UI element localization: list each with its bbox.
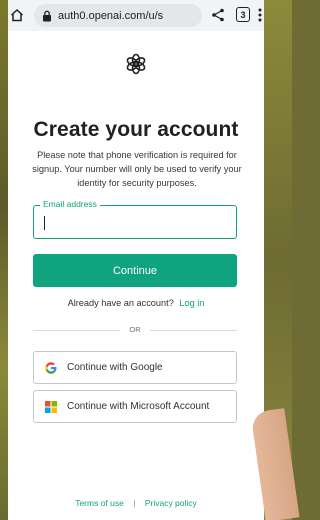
home-icon[interactable] bbox=[10, 8, 24, 22]
login-prompt: Already have an account? Log in bbox=[8, 298, 264, 308]
login-link[interactable]: Log in bbox=[179, 298, 204, 308]
privacy-policy-link[interactable]: Privacy policy bbox=[145, 498, 197, 508]
tab-count: 3 bbox=[240, 9, 246, 20]
google-button-label: Continue with Google bbox=[67, 362, 163, 373]
tabs-icon[interactable]: 3 bbox=[236, 7, 250, 22]
microsoft-icon bbox=[45, 400, 57, 413]
continue-button[interactable]: Continue bbox=[33, 254, 237, 287]
openai-logo-icon bbox=[126, 53, 146, 75]
signup-notice: Please note that phone verification is r… bbox=[32, 150, 242, 188]
have-account-text: Already have an account? bbox=[67, 298, 174, 308]
share-icon[interactable] bbox=[211, 8, 225, 22]
address-bar[interactable]: auth0.openai.com/u/s bbox=[34, 4, 202, 27]
url-text: auth0.openai.com/u/s bbox=[58, 9, 164, 22]
microsoft-button-label: Continue with Microsoft Account bbox=[67, 401, 210, 412]
page-title: Create your account bbox=[33, 118, 239, 141]
browser-toolbar: auth0.openai.com/u/s 3 bbox=[8, 0, 264, 31]
terms-of-use-link[interactable]: Terms of use bbox=[75, 498, 124, 508]
google-icon bbox=[45, 361, 57, 374]
or-text: OR bbox=[120, 325, 150, 334]
continue-with-microsoft-button[interactable]: Continue with Microsoft Account bbox=[33, 390, 237, 423]
phone-screen: auth0.openai.com/u/s 3 Create your accou… bbox=[8, 0, 264, 520]
email-field[interactable]: Email address bbox=[33, 199, 237, 239]
text-caret bbox=[44, 216, 46, 230]
footer-links: Terms of use | Privacy policy bbox=[8, 498, 264, 508]
email-input[interactable] bbox=[34, 206, 236, 238]
footer-separator: | bbox=[133, 498, 136, 508]
continue-with-google-button[interactable]: Continue with Google bbox=[33, 351, 237, 384]
lock-icon bbox=[43, 10, 51, 21]
more-menu-icon[interactable] bbox=[258, 8, 262, 22]
